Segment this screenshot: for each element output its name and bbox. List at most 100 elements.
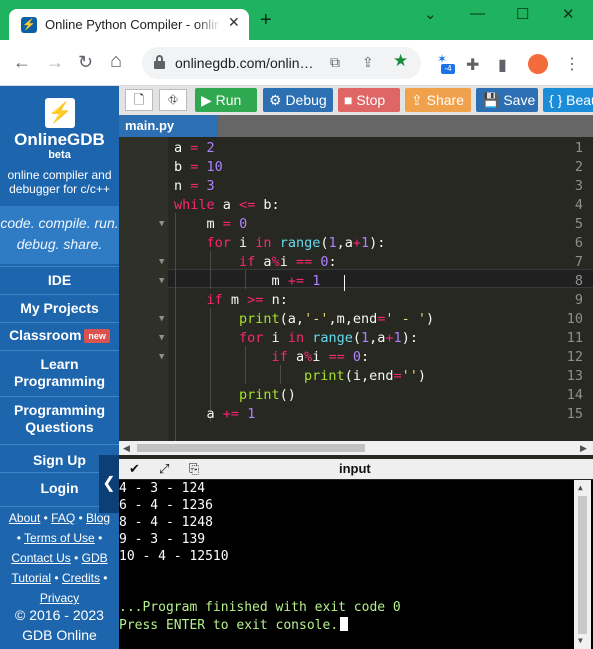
- home-button[interactable]: ⌂: [110, 50, 122, 73]
- sidebar-item-ide[interactable]: IDE: [0, 266, 119, 293]
- file-tab-main-py[interactable]: main.py: [119, 115, 218, 137]
- copy-output-icon[interactable]: ⎘: [189, 461, 199, 477]
- console-output-line: 6 - 4 - 1236: [119, 498, 213, 513]
- fold-arrow-icon[interactable]: ▼: [159, 257, 164, 267]
- line-number-gutter: [119, 137, 168, 441]
- fold-arrow-icon[interactable]: ▼: [159, 352, 164, 362]
- scrollbar-thumb[interactable]: [578, 496, 587, 634]
- footer-link-faq[interactable]: FAQ: [51, 511, 75, 525]
- brand-name[interactable]: OnlineGDB: [0, 130, 119, 150]
- tagline: code. compile. run. debug. share.: [0, 206, 119, 264]
- address-bar[interactable]: onlinegdb.com/onlin… ⧉ ⇪ ★: [142, 47, 421, 79]
- forward-button[interactable]: →: [46, 52, 64, 73]
- sidebar-item-classroom[interactable]: Classroom new: [0, 322, 119, 349]
- collapse-sidebar-button[interactable]: ❮: [99, 455, 119, 513]
- editor-horizontal-scrollbar[interactable]: ◀ ▶: [119, 441, 593, 455]
- minimize-icon[interactable]: ⌄: [424, 5, 437, 23]
- close-window-button[interactable]: ✕: [562, 5, 575, 23]
- console-output-line: 9 - 3 - 139: [119, 532, 206, 547]
- run-button[interactable]: ▶ Run: [195, 88, 257, 112]
- url-text[interactable]: onlinegdb.com/onlin…: [175, 55, 314, 71]
- press-enter-message: Press ENTER to exit console.: [119, 617, 349, 633]
- code-line: for i in range(1,a+1):: [239, 330, 418, 346]
- share-button[interactable]: ⇪ Share: [405, 88, 471, 112]
- minimize-window-button[interactable]: —: [470, 5, 485, 22]
- debug-button[interactable]: ⚙ Debug: [263, 88, 333, 112]
- fold-arrow-icon[interactable]: ▼: [159, 219, 164, 229]
- footer-link-contact[interactable]: Contact Us: [11, 551, 70, 565]
- fold-arrow-icon[interactable]: ▼: [159, 333, 164, 343]
- browser-toolbar: ← → ↻ ⌂ onlinegdb.com/onlin… ⧉ ⇪ ★ ✶ ✚ ▮: [0, 40, 593, 86]
- console-output-line: 4 - 3 - 124: [119, 481, 206, 496]
- code-line: b = 10: [174, 159, 223, 175]
- code-line: print(i,end=''): [304, 368, 427, 384]
- code-line: while a <= b:: [174, 197, 280, 213]
- sidebar-item-label: Classroom: [9, 327, 82, 343]
- io-panel-header: ✔ ⤢ ⎘ input: [119, 459, 593, 479]
- exit-code-message: ...Program finished with exit code 0: [119, 600, 401, 615]
- new-tab-button[interactable]: +: [260, 10, 272, 30]
- line-number: 4: [574, 197, 583, 213]
- footer-link-blog[interactable]: Blog: [86, 511, 110, 525]
- code-line: print(a,'-',m,end=' - '): [239, 311, 435, 327]
- output-console[interactable]: 4 - 3 - 124 6 - 4 - 1236 8 - 4 - 1248 9 …: [119, 480, 593, 649]
- code-line: if a%i == 0:: [271, 349, 370, 365]
- expand-icon[interactable]: ⤢: [159, 461, 169, 477]
- code-line: a += 1: [174, 406, 256, 422]
- onlinegdb-logo-icon[interactable]: ⚡: [45, 98, 75, 128]
- footer-link-privacy[interactable]: Privacy: [40, 591, 79, 605]
- stop-button[interactable]: ■ Stop: [338, 88, 400, 112]
- new-badge: new: [84, 329, 110, 343]
- fold-arrow-icon[interactable]: ▼: [159, 314, 164, 324]
- upload-button[interactable]: ⛗: [159, 89, 187, 111]
- check-icon[interactable]: ✔: [129, 461, 140, 477]
- footer-link-terms[interactable]: Terms of Use: [24, 531, 95, 545]
- console-output-line: 10 - 4 - 12510: [119, 549, 229, 564]
- lock-icon[interactable]: [154, 55, 165, 69]
- code-line: m += 1: [174, 273, 321, 289]
- side-panel-icon[interactable]: ▮: [498, 55, 507, 75]
- scrollbar-thumb[interactable]: [137, 444, 365, 452]
- browser-tab[interactable]: ⚡ Online Python Compiler - online ✕: [9, 9, 249, 40]
- footer-link-credits[interactable]: Credits: [62, 571, 100, 585]
- footer-link-tutorial[interactable]: Tutorial: [11, 571, 51, 585]
- beautify-button[interactable]: { } Beautify: [543, 88, 593, 112]
- line-number: 13: [566, 368, 583, 384]
- translate-icon[interactable]: ⧉: [330, 54, 340, 71]
- main-panel: 🗋 ⛗ ▶ Run ⚙ Debug ■ Stop ⇪ Share 💾 Save …: [119, 86, 593, 649]
- footer-link-gdb[interactable]: GDB: [82, 551, 108, 565]
- close-tab-icon[interactable]: ✕: [228, 14, 240, 31]
- scroll-left-icon[interactable]: ◀: [123, 441, 130, 455]
- scroll-down-icon[interactable]: ▼: [578, 636, 583, 645]
- line-number: 12: [566, 349, 583, 365]
- fold-arrow-icon[interactable]: ▼: [159, 276, 164, 286]
- extensions-puzzle-icon[interactable]: ✚: [466, 55, 479, 75]
- browser-tab-bar: ⚡ Online Python Compiler - online ✕ + ⌄ …: [0, 0, 593, 40]
- maximize-window-button[interactable]: ☐: [516, 5, 529, 23]
- save-button[interactable]: 💾 Save: [476, 88, 538, 112]
- line-number: 2: [574, 159, 583, 175]
- bookmark-star-icon[interactable]: ★: [393, 51, 408, 71]
- tab-title: Online Python Compiler - online: [45, 17, 219, 32]
- sidebar-item-programming-questions[interactable]: Programming Questions: [0, 396, 119, 441]
- reload-button[interactable]: ↻: [78, 52, 93, 73]
- sidebar-item-learn-programming[interactable]: Learn Programming: [0, 350, 119, 395]
- extension-badge: -4: [441, 64, 455, 74]
- code-line: if m >= n:: [206, 292, 288, 308]
- browser-menu-icon[interactable]: ⋮: [564, 54, 580, 74]
- new-file-button[interactable]: 🗋: [125, 89, 153, 111]
- console-cursor: [340, 617, 349, 631]
- share-page-icon[interactable]: ⇪: [362, 54, 374, 71]
- io-panel-title: input: [339, 461, 371, 476]
- code-editor[interactable]: ▼ ▼ ▼ ▼ ▼ ▼ 1 2 3 4 5 6 7 8 9 10 11 12 1…: [119, 137, 593, 441]
- line-number: 6: [574, 235, 583, 251]
- sidebar-item-my-projects[interactable]: My Projects: [0, 294, 119, 321]
- footer-link-about[interactable]: About: [9, 511, 40, 525]
- console-vertical-scrollbar[interactable]: ▲ ▼: [574, 480, 591, 649]
- profile-avatar[interactable]: [528, 54, 548, 74]
- scroll-right-icon[interactable]: ▶: [580, 441, 587, 455]
- onlinegdb-favicon-icon: ⚡: [21, 17, 37, 33]
- scroll-up-icon[interactable]: ▲: [578, 483, 583, 492]
- back-button[interactable]: ←: [13, 52, 31, 73]
- file-tab-bar: main.py: [119, 115, 593, 137]
